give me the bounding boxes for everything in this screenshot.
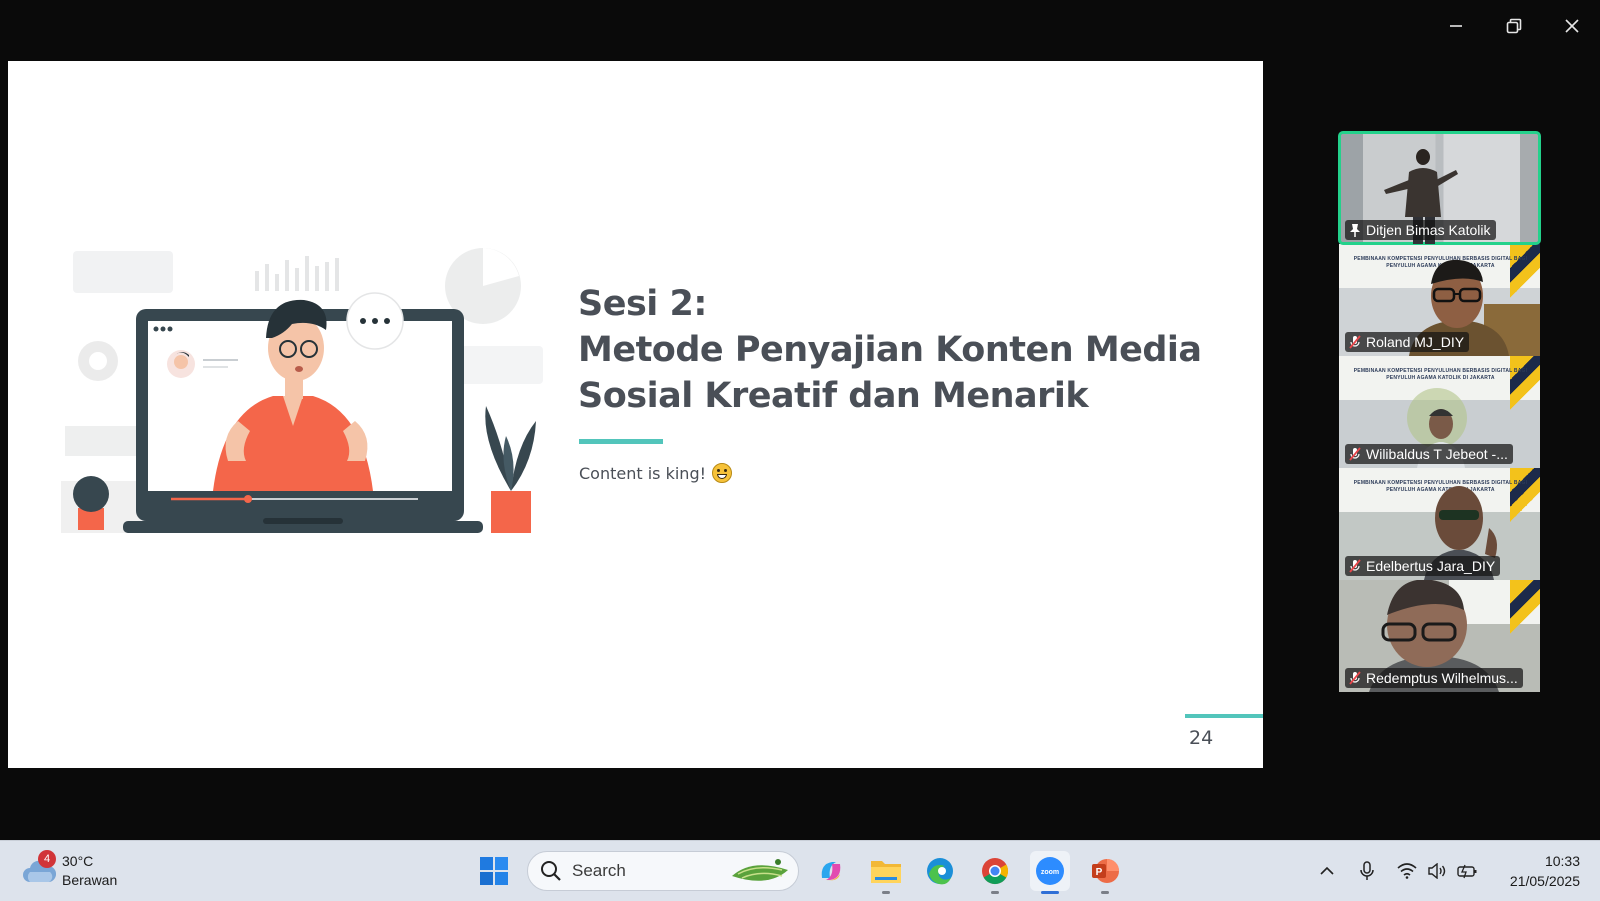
wifi-icon — [1397, 863, 1417, 879]
participant-tile[interactable]: Ditjen Bimas Katolik — [1338, 131, 1541, 245]
restore-icon — [1506, 18, 1522, 34]
slide-title-line: Metode Penyajian Konten Media — [578, 330, 1202, 370]
slide-title-line: Sesi 2: — [578, 284, 707, 324]
svg-text:zoom: zoom — [1041, 869, 1059, 876]
taskbar: 4 30°C Berawan Search zoom P 10:33 21/05… — [0, 840, 1600, 901]
copilot-icon — [821, 862, 841, 881]
minimize-icon — [1450, 25, 1462, 27]
windows-start-icon — [480, 857, 508, 885]
microphone-tray-button[interactable] — [1352, 851, 1382, 891]
folder-icon — [871, 861, 901, 883]
search-input[interactable] — [570, 860, 724, 882]
page-number-rule — [1185, 714, 1263, 718]
participant-tile[interactable]: PEMBINAAN KOMPETENSI PENYULUHAN BERBASIS… — [1339, 356, 1540, 468]
show-hidden-icons-button[interactable] — [1312, 851, 1342, 891]
slide-title-line: Sosial Kreatif dan Menarik — [578, 376, 1089, 416]
microphone-icon — [1360, 861, 1374, 880]
copilot-button[interactable] — [811, 851, 851, 891]
chrome-button[interactable] — [975, 851, 1015, 894]
participant-name-label: Edelbertus Jara_DIY — [1345, 556, 1501, 576]
svg-text:P: P — [1096, 867, 1103, 878]
chrome-browser-icon — [982, 858, 1009, 885]
wifi-tray-button[interactable] — [1392, 851, 1422, 891]
zoom-icon: zoom — [1036, 857, 1064, 885]
weather-widget[interactable]: 4 30°C Berawan — [22, 849, 117, 893]
battery-tray-button[interactable] — [1452, 851, 1482, 891]
pin-icon — [1350, 224, 1360, 237]
participant-tile[interactable]: PEMBINAAN KOMPETENSI PENYULUHAN BERBASIS… — [1339, 468, 1540, 580]
weather-condition: Berawan — [62, 872, 118, 888]
participant-name-label: Ditjen Bimas Katolik — [1345, 220, 1496, 240]
search-icon — [541, 861, 561, 881]
minimize-button[interactable] — [1440, 12, 1472, 40]
participant-gallery[interactable]: Ditjen Bimas Katolik PEMBINAAN KOMPETENS… — [1338, 131, 1541, 692]
title-accent-rule — [579, 439, 663, 444]
taskbar-clock[interactable]: 10:33 21/05/2025 — [1490, 851, 1580, 891]
speaker-volume-icon — [1428, 863, 1446, 879]
zoom-button[interactable]: zoom — [1030, 851, 1070, 894]
slide-title: Sesi 2: Metode Penyajian Konten Media So… — [578, 281, 1202, 419]
weather-temperature: 30°C — [62, 853, 94, 869]
clock-time: 10:33 — [1544, 853, 1580, 869]
slide-subtitle: Content is king! — [579, 463, 733, 483]
mic-muted-icon — [1349, 447, 1361, 461]
mic-muted-icon — [1349, 671, 1361, 685]
mic-muted-icon — [1349, 335, 1361, 349]
start-button[interactable] — [474, 851, 514, 891]
close-icon — [1565, 19, 1579, 33]
laptop-presenter-illustration — [61, 248, 543, 533]
participant-tile[interactable]: PEMBINAAN KOMPETENSI PENYULUHAN BERBASIS… — [1339, 244, 1540, 356]
participant-name-label: Roland MJ_DIY — [1345, 332, 1470, 352]
slide-subtitle-text: Content is king! — [579, 463, 707, 483]
volume-tray-button[interactable] — [1422, 851, 1452, 891]
mic-muted-icon — [1349, 559, 1361, 573]
file-explorer-button[interactable] — [866, 851, 906, 894]
participant-name-label: Wilibaldus T Jebeot -... — [1345, 444, 1513, 464]
edge-browser-icon — [927, 858, 953, 885]
taskbar-search[interactable] — [527, 851, 799, 891]
participant-tile[interactable]: Redemptus Wilhelmus... — [1339, 580, 1540, 692]
chevron-up-icon — [1320, 866, 1334, 875]
clock-date: 21/05/2025 — [1509, 873, 1580, 889]
battery-charging-icon — [1457, 864, 1477, 879]
participant-name-label: Redemptus Wilhelmus... — [1345, 668, 1523, 688]
powerpoint-icon: P — [1092, 859, 1119, 883]
cloud-icon: 4 — [22, 850, 57, 884]
grinning-emoji-icon — [712, 463, 733, 483]
powerpoint-button[interactable]: P — [1085, 851, 1125, 894]
edge-button[interactable] — [920, 851, 960, 891]
rice-terrace-search-highlight-icon — [732, 859, 788, 881]
close-button[interactable] — [1556, 12, 1588, 40]
shared-slide: Sesi 2: Metode Penyajian Konten Media So… — [8, 61, 1263, 768]
notification-badge: 4 — [38, 850, 56, 868]
restore-button[interactable] — [1498, 12, 1530, 40]
page-number: 24 — [1189, 727, 1214, 749]
